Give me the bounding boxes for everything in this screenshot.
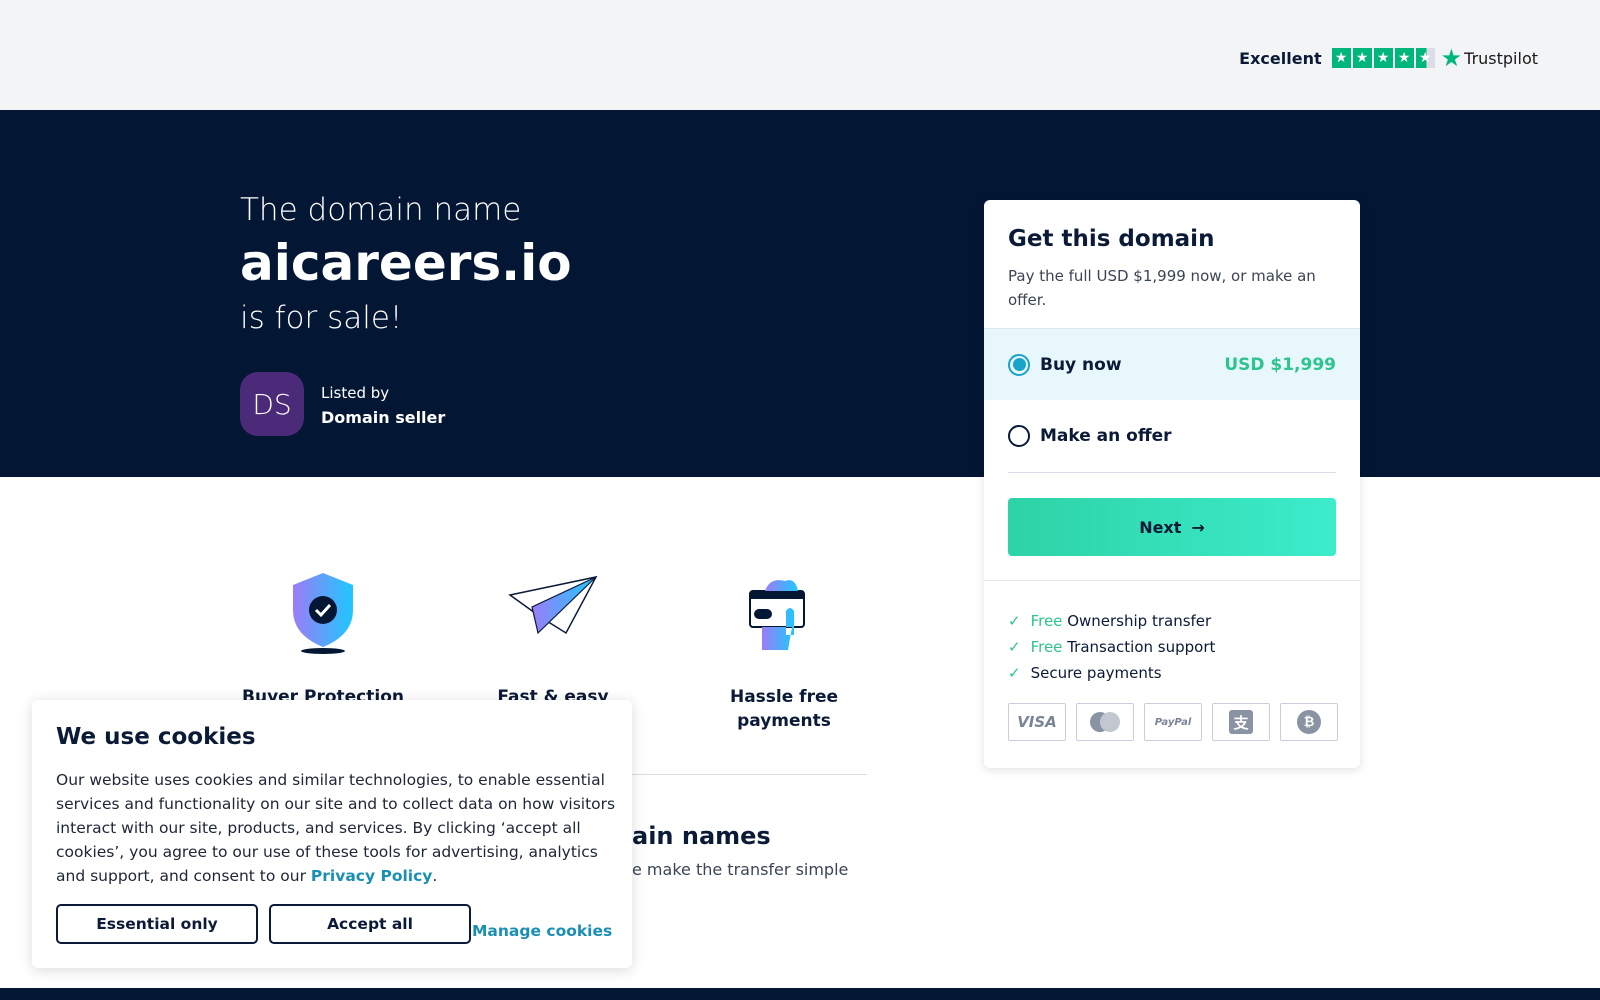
- option-buy-now[interactable]: Buy now USD $1,999: [984, 328, 1360, 400]
- avatar: DS: [240, 372, 304, 436]
- feature-list: ✓ Free Ownership transfer ✓ Free Transacti…: [1008, 608, 1215, 686]
- visa-icon: VISA: [1008, 703, 1066, 741]
- rating-label: Excellent: [1239, 48, 1322, 68]
- next-label: Next: [1139, 517, 1182, 537]
- divider: [620, 774, 867, 775]
- manage-cookies-link[interactable]: Manage cookies: [472, 922, 612, 940]
- half-star-icon: ★: [1415, 48, 1435, 68]
- payment-methods: VISA PayPal 支 ₿: [1008, 703, 1338, 741]
- check-icon: ✓: [1008, 664, 1021, 682]
- period: .: [432, 867, 438, 885]
- free-label: Free: [1030, 638, 1063, 656]
- feature-text: Ownership transfer: [1067, 612, 1212, 630]
- hero-line1: The domain name: [240, 192, 522, 228]
- hero: The domain name aicareers.io is for sale…: [0, 110, 1600, 477]
- feature-item: ✓ Free Transaction support: [1008, 634, 1215, 660]
- trustpilot-brand: Trustpilot: [1464, 48, 1538, 68]
- hero-line3: is for sale!: [240, 300, 403, 336]
- star-icon: ★: [1331, 48, 1351, 68]
- option-label: Make an offer: [1040, 426, 1172, 446]
- check-icon: ✓: [1008, 612, 1021, 630]
- section-text: e make the transfer simple: [632, 860, 849, 879]
- mastercard-icon: [1076, 703, 1134, 741]
- feature-item: ✓ Free Ownership transfer: [1008, 608, 1215, 634]
- rating-stars: ★ ★ ★ ★ ★: [1331, 48, 1435, 68]
- star-icon: ★: [1373, 48, 1393, 68]
- check-icon: ✓: [1008, 638, 1021, 656]
- radio-unselected[interactable]: [1008, 425, 1030, 447]
- free-label: Free: [1030, 612, 1063, 630]
- bitcoin-icon: ₿: [1280, 703, 1338, 741]
- purchase-card: Get this domain Pay the full USD $1,999 …: [984, 200, 1360, 768]
- privacy-policy-link[interactable]: Privacy Policy: [311, 867, 433, 885]
- option-make-offer[interactable]: Make an offer: [984, 400, 1360, 472]
- star-icon: ★: [1394, 48, 1414, 68]
- arrow-right-icon: →: [1191, 517, 1205, 537]
- next-button[interactable]: Next →: [1008, 498, 1336, 556]
- cookie-banner: We use cookies Our website uses cookies …: [32, 700, 632, 968]
- trustpilot-widget[interactable]: Excellent ★ ★ ★ ★ ★ ★ Trustpilot: [1239, 44, 1538, 72]
- trustpilot-logo: ★ Trustpilot: [1441, 44, 1538, 72]
- top-bar: Excellent ★ ★ ★ ★ ★ ★ Trustpilot: [0, 0, 1600, 110]
- benefit-hassle-free: Hassle free payments: [729, 687, 839, 731]
- section-title: ain names: [632, 822, 771, 850]
- feature-text: Secure payments: [1030, 664, 1162, 682]
- card-payment-icon: [749, 580, 805, 650]
- seller-name: Domain seller: [321, 408, 446, 427]
- card-title: Get this domain: [1008, 226, 1215, 252]
- star-icon: ★: [1440, 44, 1463, 72]
- essential-only-button[interactable]: Essential only: [56, 904, 258, 944]
- cookie-title: We use cookies: [56, 724, 256, 750]
- cookie-text: Our website uses cookies and similar tec…: [56, 768, 616, 888]
- divider: [984, 580, 1360, 581]
- option-label: Buy now: [1040, 354, 1122, 375]
- price: USD $1,999: [1224, 354, 1336, 375]
- feature-text: Transaction support: [1067, 638, 1216, 656]
- paper-plane-icon: [508, 575, 598, 635]
- paypal-icon: PayPal: [1144, 703, 1202, 741]
- domain-name: aicareers.io: [240, 234, 572, 292]
- accept-all-button[interactable]: Accept all: [269, 904, 471, 944]
- alipay-icon: 支: [1212, 703, 1270, 741]
- radio-selected[interactable]: [1008, 353, 1030, 376]
- feature-item: ✓ Secure payments: [1008, 660, 1215, 686]
- card-subtitle: Pay the full USD $1,999 now, or make an …: [1008, 267, 1316, 309]
- star-icon: ★: [1352, 48, 1372, 68]
- divider: [1008, 472, 1336, 473]
- shield-icon: [293, 573, 353, 654]
- footer: [0, 988, 1600, 1000]
- listed-by-label: Listed by: [321, 384, 390, 402]
